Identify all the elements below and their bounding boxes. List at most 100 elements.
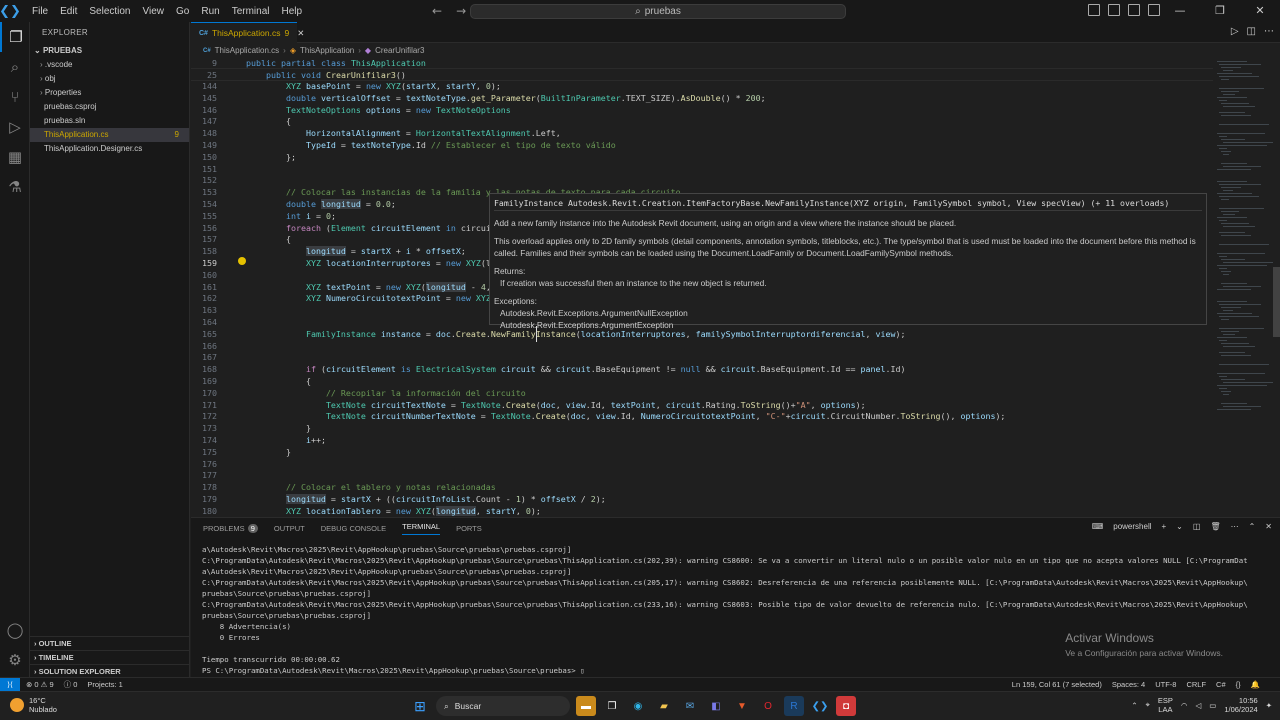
tab-thisapplication[interactable]: C# ThisApplication.cs 9 ✕ bbox=[191, 22, 304, 43]
more-actions-icon[interactable]: ⋯ bbox=[1264, 26, 1274, 37]
tree-item[interactable]: pruebas.csproj bbox=[30, 100, 189, 114]
panel-tab-debug-console[interactable]: DEBUG CONSOLE bbox=[321, 524, 386, 533]
menu-item-terminal[interactable]: Terminal bbox=[226, 6, 276, 17]
task-view-icon[interactable]: ❐ bbox=[602, 696, 622, 716]
teams-icon[interactable]: ◧ bbox=[706, 696, 726, 716]
code-line[interactable]: 166 bbox=[191, 340, 1213, 352]
solution-explorer-section[interactable]: › SOLUTION EXPLORER bbox=[30, 664, 190, 678]
code-line[interactable]: 148 HorizontalAlignment = HorizontalText… bbox=[191, 127, 1213, 139]
run-split-icon[interactable]: ▷ bbox=[1231, 26, 1239, 37]
code-line[interactable]: 167 bbox=[191, 351, 1213, 363]
tree-item[interactable]: ThisApplication.cs 9 bbox=[30, 128, 189, 142]
language-indicator[interactable]: ESP LAA bbox=[1158, 696, 1173, 714]
tree-item[interactable]: ThisApplication.Designer.cs bbox=[30, 142, 189, 156]
errors-status[interactable]: ⊗ 0 ⚠ 9 bbox=[26, 678, 54, 691]
menu-item-help[interactable]: Help bbox=[276, 6, 309, 17]
code-line[interactable]: 180 XYZ locationTablero = new XYZ(longit… bbox=[191, 505, 1213, 516]
wifi-icon[interactable]: ◠ bbox=[1181, 701, 1188, 710]
tree-item[interactable]: pruebas.sln bbox=[30, 114, 189, 128]
code-line[interactable]: 146 TextNoteOptions options = new TextNo… bbox=[191, 104, 1213, 116]
search-view-icon[interactable]: ⌕ bbox=[0, 52, 30, 82]
close-panel-icon[interactable]: ✕ bbox=[1265, 522, 1272, 531]
bell-icon[interactable]: 🔔 bbox=[1251, 678, 1260, 691]
code-line[interactable]: 179 longitud = startX + ((circuitInfoLis… bbox=[191, 493, 1213, 505]
split-terminal-icon[interactable]: ◫ bbox=[1193, 522, 1201, 531]
extensions-icon[interactable]: ▦ bbox=[0, 142, 30, 172]
code-line[interactable]: 175 } bbox=[191, 446, 1213, 458]
terminal-shell-label[interactable]: powershell bbox=[1113, 522, 1151, 531]
tree-item[interactable]: › Properties bbox=[30, 86, 189, 100]
vscode-taskbar-icon[interactable]: ❮❯ bbox=[810, 696, 830, 716]
file-explorer-icon[interactable]: ▰ bbox=[654, 696, 674, 716]
account-icon[interactable]: ◯ bbox=[0, 615, 30, 645]
panel-tab-problems[interactable]: PROBLEMS 9 bbox=[203, 523, 258, 533]
info-status[interactable]: ⓘ 0 bbox=[64, 678, 78, 691]
remote-icon[interactable]: ⟩⟨ bbox=[0, 678, 20, 691]
run-debug-icon[interactable]: ▷ bbox=[0, 112, 30, 142]
menu-item-run[interactable]: Run bbox=[195, 6, 225, 17]
panel-tab-output[interactable]: OUTPUT bbox=[274, 524, 305, 533]
code-line[interactable]: 172 TextNote circuitNumberTextNote = Tex… bbox=[191, 410, 1213, 422]
menu-item-view[interactable]: View bbox=[137, 6, 171, 17]
toggle-sidebar-icon[interactable] bbox=[1088, 4, 1100, 16]
chevron-down-icon[interactable]: ⌄ bbox=[1176, 522, 1183, 531]
timeline-section[interactable]: › TIMELINE bbox=[30, 650, 190, 664]
new-terminal-icon[interactable]: + bbox=[1162, 522, 1167, 531]
language-mode[interactable]: C# bbox=[1216, 678, 1226, 691]
windows-start-icon[interactable]: ⊞ bbox=[410, 696, 430, 716]
menu-item-go[interactable]: Go bbox=[170, 6, 195, 17]
back-arrow-icon[interactable]: ← bbox=[432, 4, 442, 18]
testing-icon[interactable]: ⚗ bbox=[0, 172, 30, 202]
command-center-search[interactable]: ⌕ pruebas bbox=[470, 4, 846, 19]
sticky-scroll-line[interactable]: 25 public void CrearUnifilar3() bbox=[191, 68, 1213, 81]
tree-item[interactable]: › obj bbox=[30, 72, 189, 86]
clock[interactable]: 10:56 1/06/2024 bbox=[1224, 696, 1257, 714]
code-line[interactable]: 151 bbox=[191, 163, 1213, 175]
maximize-icon[interactable]: ❐ bbox=[1200, 0, 1240, 22]
volume-icon[interactable]: ◁ bbox=[1195, 701, 1201, 710]
code-line[interactable]: 174 i++; bbox=[191, 434, 1213, 446]
code-line[interactable]: 169 { bbox=[191, 375, 1213, 387]
explorer-root-folder[interactable]: ⌄ PRUEBAS bbox=[30, 44, 189, 58]
toggle-panel-icon[interactable] bbox=[1108, 4, 1120, 16]
projects-status[interactable]: Projects: 1 bbox=[87, 678, 122, 691]
menu-item-file[interactable]: File bbox=[26, 6, 54, 17]
toggle-secondary-sidebar-icon[interactable] bbox=[1128, 4, 1140, 16]
code-line[interactable]: 144 XYZ basePoint = new XYZ(startX, star… bbox=[191, 80, 1213, 92]
code-line[interactable]: 168 if (circuitElement is ElectricalSyst… bbox=[191, 363, 1213, 375]
menu-item-edit[interactable]: Edit bbox=[54, 6, 83, 17]
code-line[interactable]: 147 { bbox=[191, 115, 1213, 127]
code-line[interactable]: 170 // Recopilar la información del circ… bbox=[191, 387, 1213, 399]
end-of-line[interactable]: CRLF bbox=[1186, 678, 1206, 691]
breadcrumb-class[interactable]: ThisApplication bbox=[300, 46, 354, 55]
maximize-panel-icon[interactable]: ⌃ bbox=[1249, 522, 1256, 531]
minimize-icon[interactable]: — bbox=[1160, 0, 1200, 22]
editor-scrollbar[interactable] bbox=[1273, 57, 1280, 516]
battery-icon[interactable]: ▭ bbox=[1209, 701, 1216, 710]
code-line[interactable]: 173 } bbox=[191, 422, 1213, 434]
revit-icon[interactable]: R bbox=[784, 696, 804, 716]
breadcrumb-file[interactable]: ThisApplication.cs bbox=[215, 46, 279, 55]
source-control-icon[interactable]: ⑂ bbox=[0, 82, 30, 112]
outline-section[interactable]: › OUTLINE bbox=[30, 636, 190, 650]
breadcrumb-method[interactable]: CrearUnifilar3 bbox=[375, 46, 424, 55]
menu-item-selection[interactable]: Selection bbox=[83, 6, 136, 17]
split-editor-icon[interactable]: ◫ bbox=[1247, 26, 1256, 37]
minimap[interactable] bbox=[1213, 57, 1273, 516]
weather-widget[interactable]: 16°C Nublado bbox=[10, 696, 57, 714]
chevron-up-icon[interactable]: ⌃ bbox=[1131, 701, 1137, 710]
code-line[interactable]: 177 bbox=[191, 469, 1213, 481]
widget-icon[interactable]: ▬ bbox=[576, 696, 596, 716]
forward-arrow-icon[interactable]: → bbox=[456, 4, 466, 18]
brave-icon[interactable]: ▼ bbox=[732, 696, 752, 716]
opera-icon[interactable]: O bbox=[758, 696, 778, 716]
panel-tab-terminal[interactable]: TERMINAL bbox=[402, 522, 441, 535]
code-line[interactable]: 150 }; bbox=[191, 151, 1213, 163]
trash-icon[interactable]: 🗑 bbox=[1210, 522, 1220, 531]
close-icon[interactable]: ✕ bbox=[1240, 0, 1280, 22]
gear-icon[interactable]: ⚙ bbox=[0, 645, 30, 675]
indentation[interactable]: Spaces: 4 bbox=[1112, 678, 1145, 691]
scrollbar-thumb[interactable] bbox=[1273, 267, 1280, 337]
braces-icon[interactable]: {} bbox=[1236, 678, 1241, 691]
code-line[interactable]: 171 TextNote circuitTextNote = TextNote.… bbox=[191, 399, 1213, 411]
